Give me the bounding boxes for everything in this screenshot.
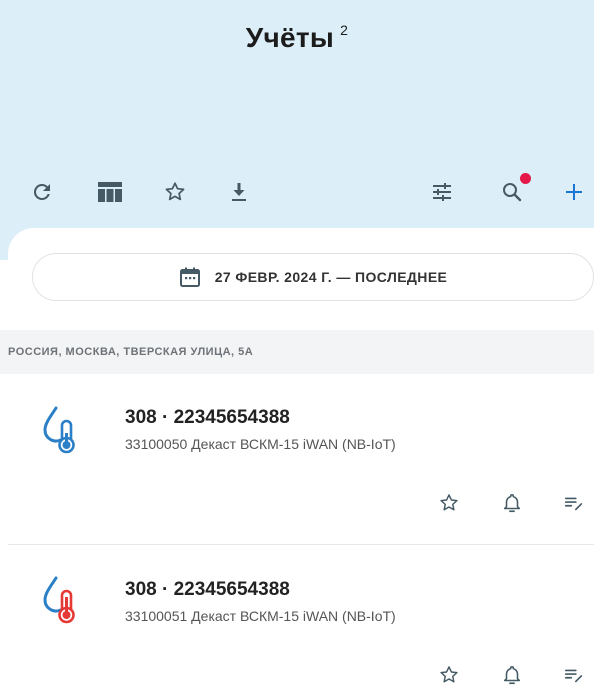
- download-button[interactable]: [217, 170, 261, 214]
- refresh-button[interactable]: [20, 170, 64, 214]
- bell-icon: [503, 665, 521, 685]
- edit-notes-button[interactable]: [556, 657, 592, 693]
- star-outline-icon: [440, 666, 458, 683]
- star-outline-icon: [440, 494, 458, 511]
- edit-notes-icon: [564, 497, 583, 511]
- add-button[interactable]: [552, 170, 594, 214]
- record-title: 308 · 22345654388: [125, 579, 290, 600]
- address-label: РОССИЯ, МОСКВА, ТВЕРСКАЯ УЛИЦА, 5А: [8, 346, 254, 358]
- cold-water-thermometer-icon: [43, 406, 75, 454]
- edit-notes-icon: [564, 669, 583, 683]
- page-title-text: Учёты: [245, 22, 335, 53]
- star-icon: [165, 182, 185, 201]
- favorite-button[interactable]: [431, 485, 467, 521]
- header: Учёты 2: [0, 0, 594, 260]
- download-icon: [232, 183, 246, 201]
- record-subtitle: 33100050 Декаст ВСКМ-15 iWAN (NB-IoT): [125, 436, 396, 452]
- meter-record[interactable]: 308 · 22345654388 33100051 Декаст ВСКМ-1…: [0, 545, 594, 691]
- favorite-button[interactable]: [431, 657, 467, 693]
- table-icon: [98, 182, 122, 202]
- bell-icon: [503, 493, 521, 513]
- search-icon: [503, 183, 522, 202]
- plus-icon: [566, 184, 582, 200]
- favorites-button[interactable]: [153, 170, 197, 214]
- date-filter-button[interactable]: 27 ФЕВР. 2024 Г. — ПОСЛЕДНЕЕ: [32, 253, 594, 301]
- edit-notes-button[interactable]: [556, 485, 592, 521]
- record-subtitle: 33100051 Декаст ВСКМ-15 iWAN (NB-IoT): [125, 608, 396, 624]
- notification-button[interactable]: [494, 657, 530, 693]
- date-filter-label: 27 ФЕВР. 2024 Г. — ПОСЛЕДНЕЕ: [214, 269, 448, 285]
- meter-record[interactable]: 308 · 22345654388 33100050 Декаст ВСКМ-1…: [0, 374, 594, 544]
- page-title: Учёты 2: [0, 22, 594, 54]
- table-view-button[interactable]: [88, 170, 132, 214]
- notification-button[interactable]: [494, 485, 530, 521]
- filter-button[interactable]: [420, 170, 464, 214]
- hot-water-thermometer-icon: [43, 576, 75, 624]
- refresh-icon: [33, 183, 50, 200]
- toolbar: [0, 170, 594, 214]
- calendar-icon: [179, 267, 200, 287]
- search-notification-badge: [520, 173, 531, 184]
- filter-sliders-icon: [433, 183, 451, 201]
- search-button[interactable]: [490, 170, 534, 214]
- record-count: 2: [340, 21, 349, 38]
- address-header: РОССИЯ, МОСКВА, ТВЕРСКАЯ УЛИЦА, 5А: [0, 330, 594, 374]
- record-title: 308 · 22345654388: [125, 407, 290, 428]
